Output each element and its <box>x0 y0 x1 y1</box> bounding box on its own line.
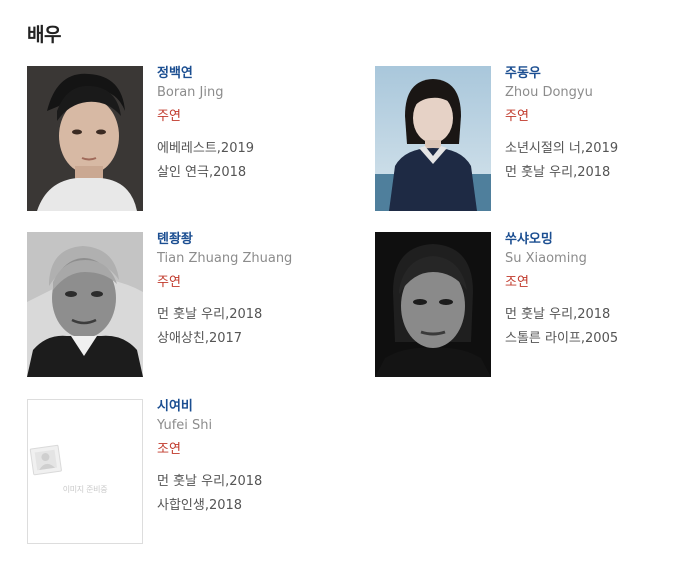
portrait-photo <box>27 232 143 377</box>
portrait-photo <box>375 232 491 377</box>
actor-card-yufei-shi: 이미지 준비중 시여비 Yufei Shi 조연 먼 훗날 우리,2018 사합… <box>27 399 347 549</box>
actor-card-tian-zhuang-zhuang: 톈좡좡 Tian Zhuang Zhuang 주연 먼 훗날 우리,2018 상… <box>27 232 347 382</box>
actor-card-boran-jing: 정백연 Boran Jing 주연 에베레스트,2019 살인 연극,2018 <box>27 66 347 216</box>
actor-name-link[interactable]: 시여비 <box>157 395 193 414</box>
filmography-item[interactable]: 먼 훗날 우리,2018 <box>157 470 262 489</box>
filmography-item[interactable]: 소년시절의 너,2019 <box>505 137 618 156</box>
actor-role: 조연 <box>505 275 529 290</box>
actor-english-name: Tian Zhuang Zhuang <box>157 251 293 266</box>
filmography-item[interactable]: 먼 훗날 우리,2018 <box>505 303 610 322</box>
filmography-item[interactable]: 먼 훗날 우리,2018 <box>505 161 610 180</box>
actor-role: 주연 <box>157 109 181 124</box>
actor-card-zhou-dongyu: 주동우 Zhou Dongyu 주연 소년시절의 너,2019 먼 훗날 우리,… <box>375 66 678 216</box>
actor-photo[interactable] <box>375 232 491 377</box>
filmography-item[interactable]: 살인 연극,2018 <box>157 161 246 180</box>
actor-english-name: Yufei Shi <box>157 418 213 433</box>
image-placeholder-icon <box>29 444 62 476</box>
section-title: 배우 <box>27 24 61 46</box>
actor-name-link[interactable]: 주동우 <box>505 62 541 81</box>
actor-name-link[interactable]: 톈좡좡 <box>157 228 193 247</box>
actor-name-link[interactable]: 쑤샤오밍 <box>505 228 553 247</box>
image-placeholder[interactable]: 이미지 준비중 <box>27 399 143 544</box>
actor-role: 주연 <box>157 275 181 290</box>
portrait-photo <box>27 66 143 211</box>
actor-photo[interactable] <box>375 66 491 211</box>
actor-english-name: Zhou Dongyu <box>505 85 593 100</box>
actor-photo[interactable] <box>27 232 143 377</box>
filmography-item[interactable]: 상애상친,2017 <box>157 327 242 346</box>
portrait-photo <box>375 66 491 211</box>
actor-role: 조연 <box>157 442 181 457</box>
actor-name-link[interactable]: 정백연 <box>157 62 193 81</box>
filmography-item[interactable]: 스톨른 라이프,2005 <box>505 327 618 346</box>
filmography-item[interactable]: 사합인생,2018 <box>157 494 242 513</box>
actor-card-su-xiaoming: 쑤샤오밍 Su Xiaoming 조연 먼 훗날 우리,2018 스톨른 라이프… <box>375 232 678 382</box>
actor-english-name: Boran Jing <box>157 85 224 100</box>
placeholder-caption: 이미지 준비중 <box>62 485 108 494</box>
actor-role: 주연 <box>505 109 529 124</box>
filmography-item[interactable]: 에베레스트,2019 <box>157 137 254 156</box>
filmography-item[interactable]: 먼 훗날 우리,2018 <box>157 303 262 322</box>
actor-english-name: Su Xiaoming <box>505 251 587 266</box>
actor-photo[interactable] <box>27 66 143 211</box>
